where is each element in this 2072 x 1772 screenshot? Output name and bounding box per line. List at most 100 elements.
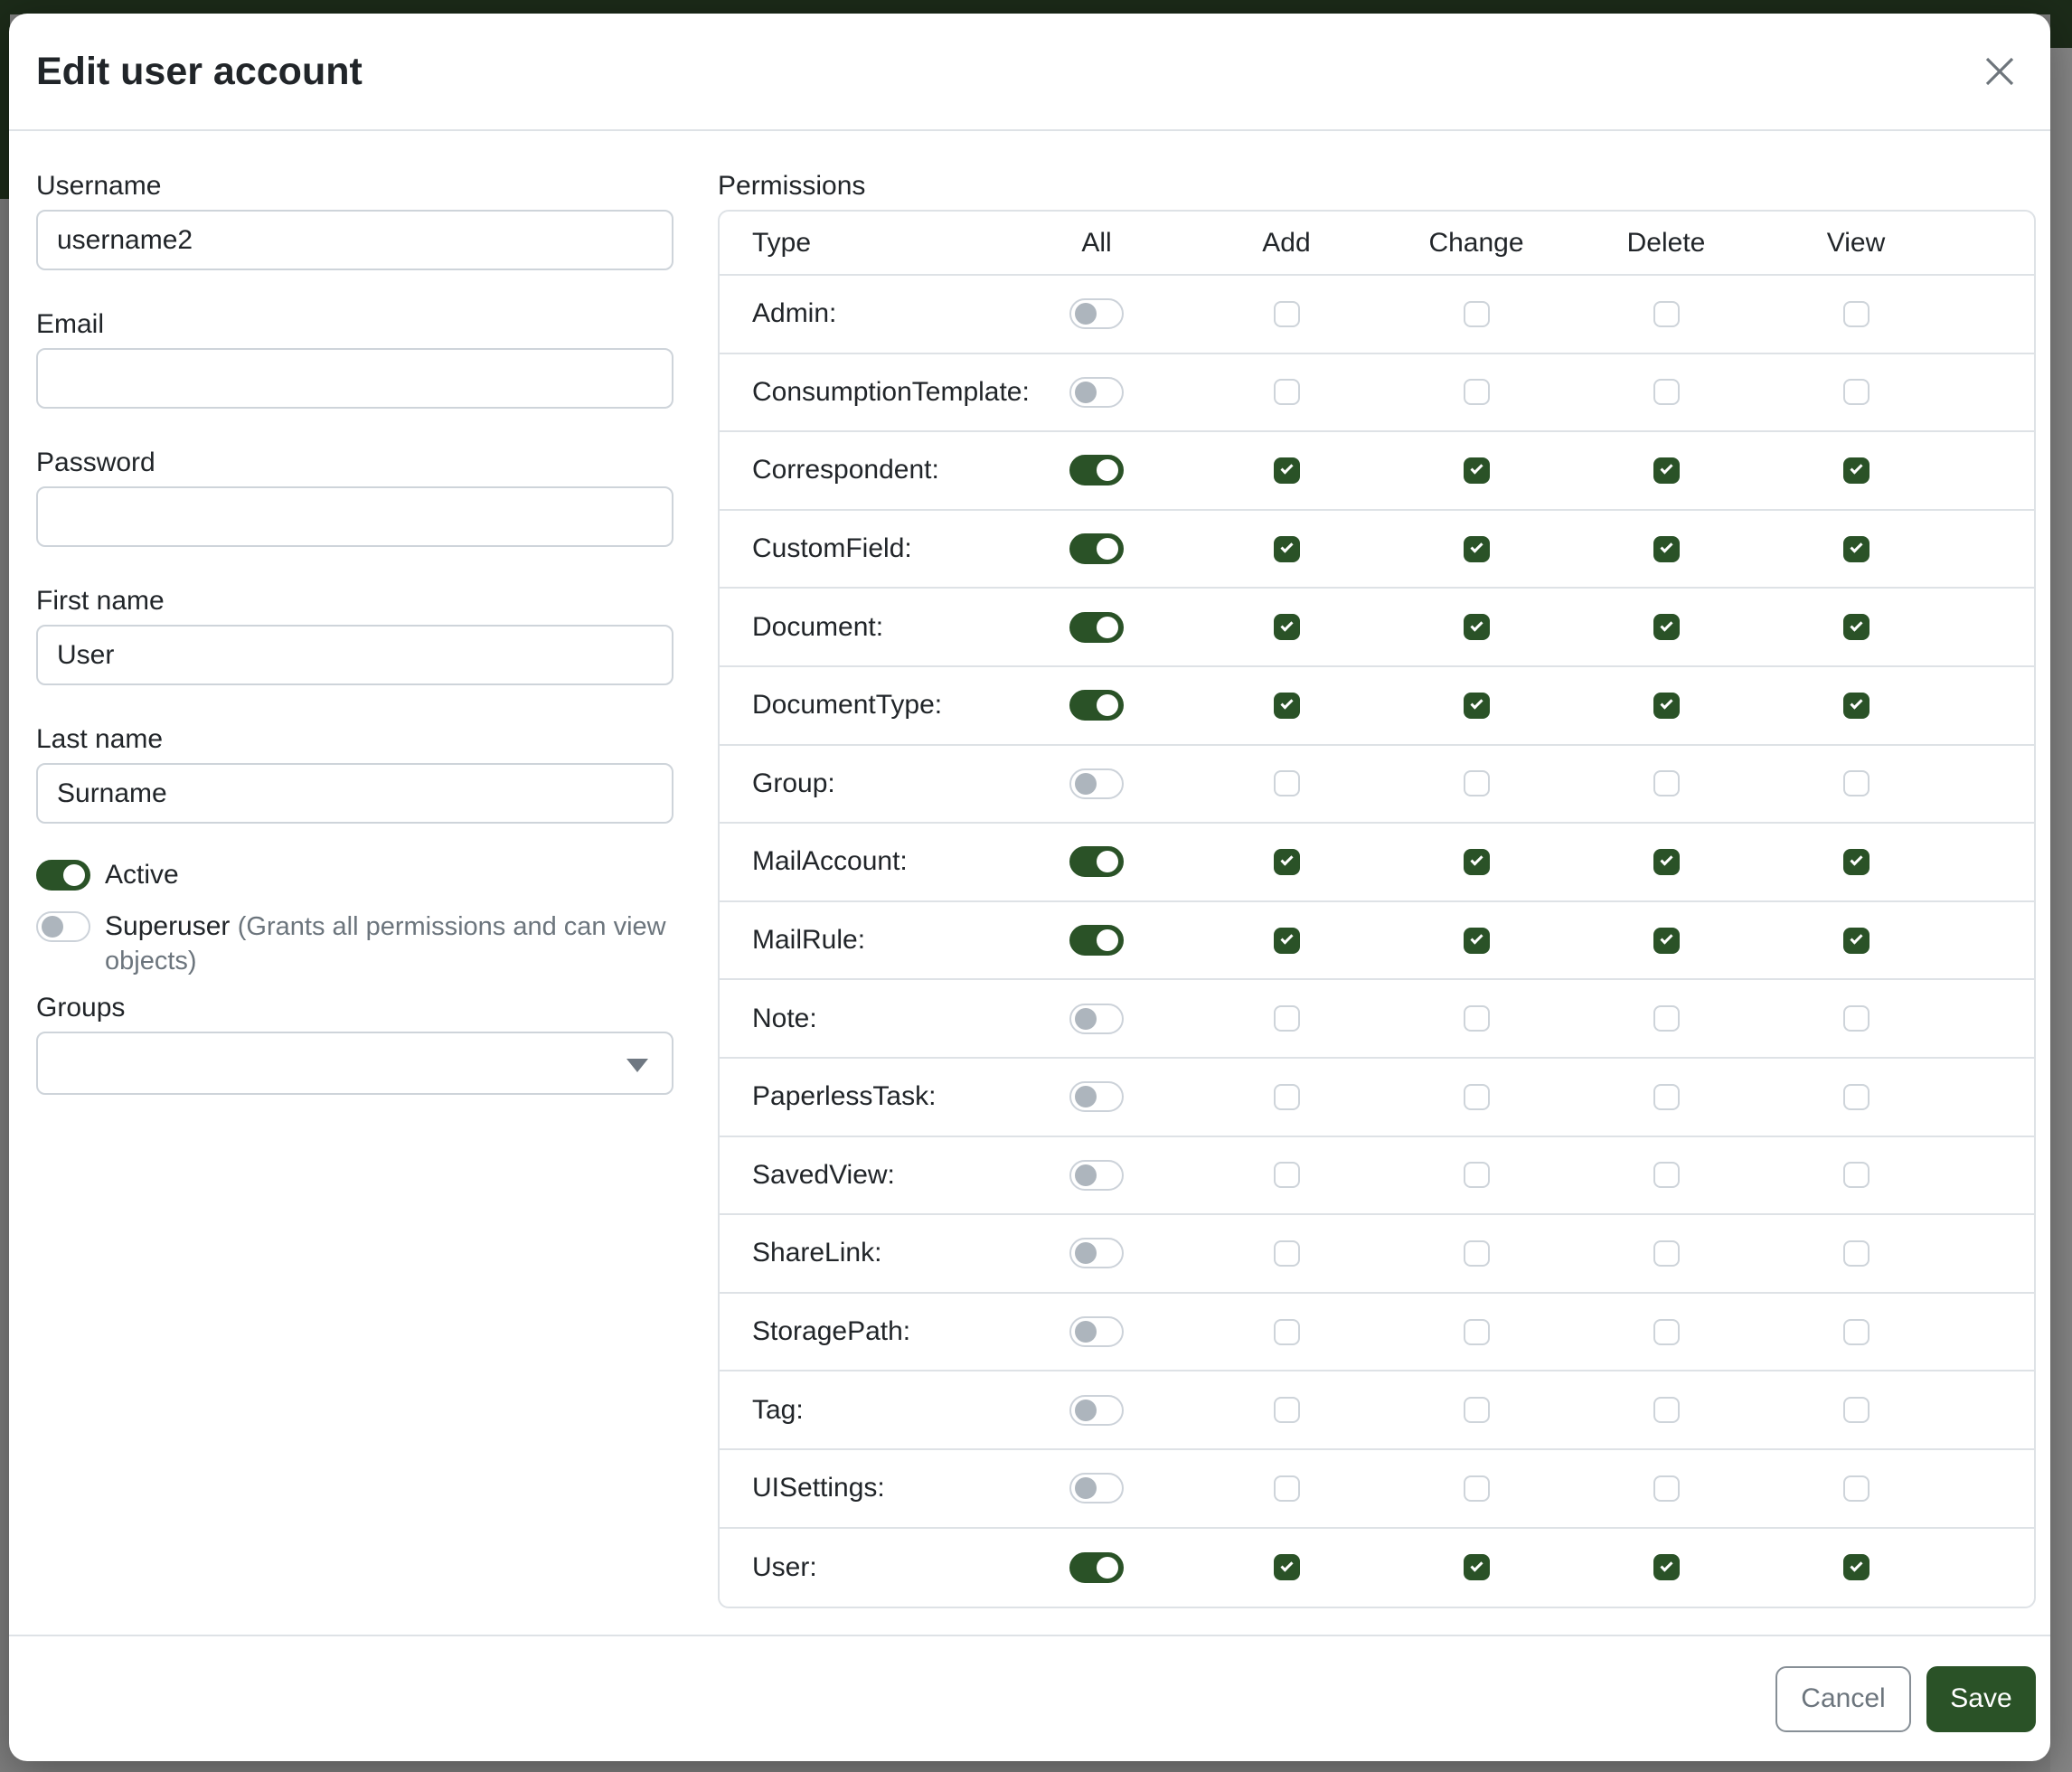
permission-view-checkbox[interactable]	[1843, 614, 1870, 640]
permission-view-checkbox[interactable]	[1843, 379, 1870, 405]
permission-view-checkbox[interactable]	[1843, 1397, 1870, 1423]
permission-change-checkbox[interactable]	[1464, 536, 1490, 562]
permission-delete-checkbox[interactable]	[1653, 457, 1680, 484]
permission-all-toggle[interactable]	[1069, 690, 1124, 721]
permission-view-checkbox[interactable]	[1843, 1554, 1870, 1580]
permission-change-checkbox[interactable]	[1464, 1554, 1490, 1580]
permission-view-checkbox[interactable]	[1843, 1162, 1870, 1188]
permission-delete-checkbox[interactable]	[1653, 1319, 1680, 1345]
permission-all-toggle[interactable]	[1069, 1160, 1124, 1191]
permission-change-checkbox[interactable]	[1464, 1319, 1490, 1345]
permission-change-checkbox[interactable]	[1464, 928, 1490, 954]
permission-delete-checkbox[interactable]	[1653, 1005, 1680, 1032]
cancel-button[interactable]: Cancel	[1775, 1666, 1911, 1732]
permission-add-checkbox[interactable]	[1274, 1005, 1300, 1032]
permission-add-checkbox[interactable]	[1274, 928, 1300, 954]
superuser-toggle[interactable]	[36, 911, 90, 942]
permission-view-checkbox[interactable]	[1843, 1475, 1870, 1502]
permission-add-checkbox[interactable]	[1274, 693, 1300, 719]
save-button[interactable]: Save	[1926, 1666, 2036, 1732]
permission-add-checkbox[interactable]	[1274, 1475, 1300, 1502]
permission-all-toggle[interactable]	[1069, 1081, 1124, 1112]
permission-add-checkbox[interactable]	[1274, 379, 1300, 405]
permission-delete-checkbox[interactable]	[1653, 1397, 1680, 1423]
permission-delete-checkbox[interactable]	[1653, 1162, 1680, 1188]
permission-view-checkbox[interactable]	[1843, 1084, 1870, 1110]
toggle-knob	[1075, 1321, 1097, 1343]
permission-change-checkbox[interactable]	[1464, 693, 1490, 719]
permission-change-checkbox[interactable]	[1464, 770, 1490, 796]
permission-change-checkbox[interactable]	[1464, 1475, 1490, 1502]
permission-change-checkbox[interactable]	[1464, 1397, 1490, 1423]
permission-add-checkbox[interactable]	[1274, 1554, 1300, 1580]
permission-add-checkbox[interactable]	[1274, 457, 1300, 484]
permission-view-checkbox[interactable]	[1843, 457, 1870, 484]
permission-delete-checkbox[interactable]	[1653, 693, 1680, 719]
permission-delete-checkbox[interactable]	[1653, 1084, 1680, 1110]
checkmark-icon	[1850, 618, 1862, 631]
permission-change-checkbox[interactable]	[1464, 379, 1490, 405]
permission-delete-checkbox[interactable]	[1653, 1554, 1680, 1580]
permission-add-checkbox[interactable]	[1274, 301, 1300, 327]
permission-add-checkbox[interactable]	[1274, 1240, 1300, 1267]
first-name-input[interactable]	[36, 625, 673, 685]
groups-select[interactable]	[36, 1032, 673, 1095]
permission-delete-checkbox[interactable]	[1653, 849, 1680, 875]
permission-add-checkbox[interactable]	[1274, 1397, 1300, 1423]
permission-change-checkbox[interactable]	[1464, 1240, 1490, 1267]
page-scrollbar[interactable]	[2050, 0, 2072, 1772]
permission-add-checkbox[interactable]	[1274, 614, 1300, 640]
permission-delete-checkbox[interactable]	[1653, 301, 1680, 327]
permission-change-checkbox[interactable]	[1464, 301, 1490, 327]
permission-change-checkbox[interactable]	[1464, 1162, 1490, 1188]
permission-view-checkbox[interactable]	[1843, 1005, 1870, 1032]
username-input[interactable]	[36, 210, 673, 270]
permission-delete-checkbox[interactable]	[1653, 614, 1680, 640]
permission-add-checkbox[interactable]	[1274, 536, 1300, 562]
permission-all-toggle[interactable]	[1069, 1238, 1124, 1268]
permission-view-checkbox[interactable]	[1843, 1319, 1870, 1345]
permission-add-checkbox[interactable]	[1274, 1084, 1300, 1110]
permission-delete-checkbox[interactable]	[1653, 1475, 1680, 1502]
permission-view-checkbox[interactable]	[1843, 849, 1870, 875]
permission-delete-checkbox[interactable]	[1653, 770, 1680, 796]
permission-change-checkbox[interactable]	[1464, 849, 1490, 875]
permission-delete-checkbox[interactable]	[1653, 536, 1680, 562]
permission-all-toggle[interactable]	[1069, 1395, 1124, 1426]
permission-view-checkbox[interactable]	[1843, 693, 1870, 719]
password-input[interactable]	[36, 486, 673, 547]
permission-view-checkbox[interactable]	[1843, 1240, 1870, 1267]
permission-delete-checkbox[interactable]	[1653, 928, 1680, 954]
permission-all-toggle[interactable]	[1069, 1004, 1124, 1034]
permission-view-checkbox[interactable]	[1843, 301, 1870, 327]
permission-delete-checkbox[interactable]	[1653, 1240, 1680, 1267]
permission-change-checkbox[interactable]	[1464, 1084, 1490, 1110]
permission-delete-checkbox[interactable]	[1653, 379, 1680, 405]
permission-all-toggle[interactable]	[1069, 1316, 1124, 1347]
permission-all-toggle[interactable]	[1069, 377, 1124, 408]
permission-all-toggle[interactable]	[1069, 1473, 1124, 1503]
checkmark-icon	[1660, 618, 1672, 631]
permission-add-checkbox[interactable]	[1274, 1319, 1300, 1345]
permission-all-toggle[interactable]	[1069, 455, 1124, 485]
close-button[interactable]	[1978, 50, 2021, 93]
permission-change-checkbox[interactable]	[1464, 1005, 1490, 1032]
permission-view-checkbox[interactable]	[1843, 928, 1870, 954]
permission-add-checkbox[interactable]	[1274, 770, 1300, 796]
permission-all-toggle[interactable]	[1069, 1552, 1124, 1583]
active-toggle[interactable]	[36, 860, 90, 891]
permission-add-checkbox[interactable]	[1274, 849, 1300, 875]
permission-change-checkbox[interactable]	[1464, 614, 1490, 640]
permission-all-toggle[interactable]	[1069, 298, 1124, 329]
permission-view-checkbox[interactable]	[1843, 770, 1870, 796]
last-name-input[interactable]	[36, 763, 673, 824]
permission-all-toggle[interactable]	[1069, 925, 1124, 956]
permission-all-toggle[interactable]	[1069, 533, 1124, 564]
permission-all-toggle[interactable]	[1069, 846, 1124, 877]
email-input[interactable]	[36, 348, 673, 409]
permission-change-checkbox[interactable]	[1464, 457, 1490, 484]
permission-all-toggle[interactable]	[1069, 768, 1124, 799]
permission-all-toggle[interactable]	[1069, 612, 1124, 643]
permission-view-checkbox[interactable]	[1843, 536, 1870, 562]
permission-add-checkbox[interactable]	[1274, 1162, 1300, 1188]
